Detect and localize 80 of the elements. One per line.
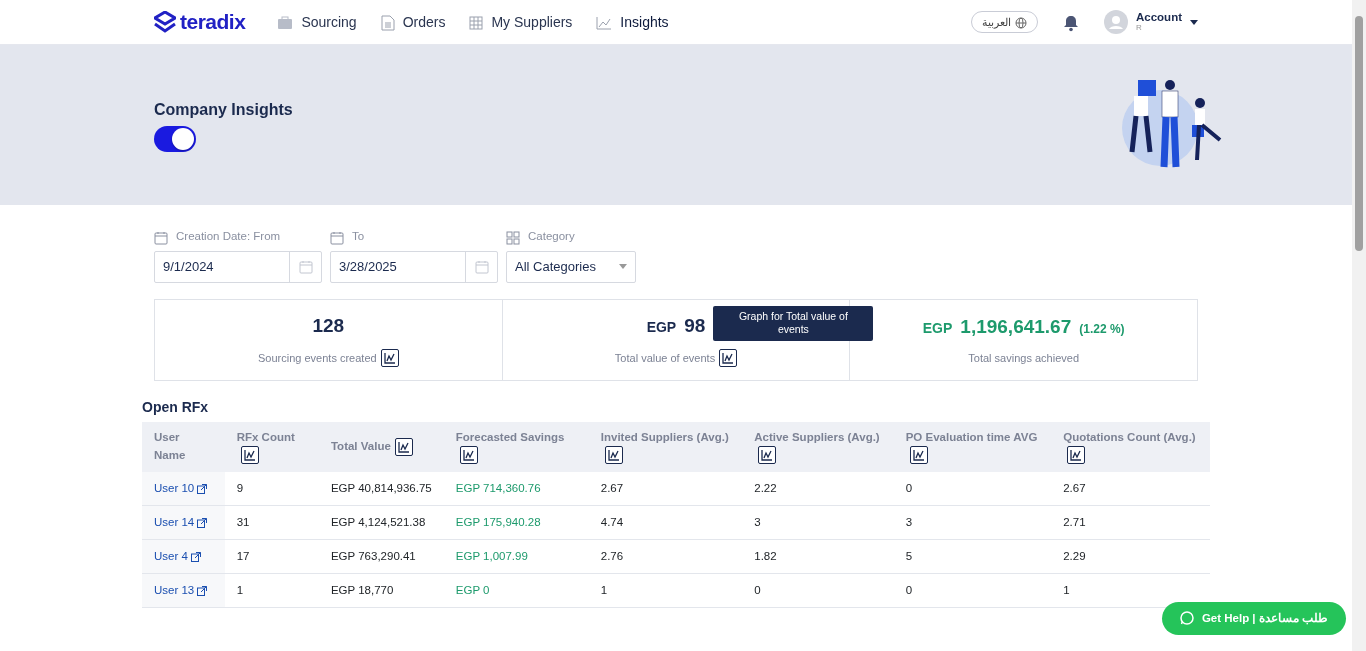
- date-field[interactable]: 3/28/2025: [330, 250, 498, 283]
- table-cell: 2.29: [1051, 539, 1210, 574]
- table-cell: 1: [588, 573, 743, 608]
- table-cell: EGP 1,007.99: [443, 539, 589, 574]
- table-cell: 2.67: [588, 471, 743, 506]
- nav-link[interactable]: Sourcing: [277, 11, 357, 33]
- table-cell: 1.82: [742, 539, 894, 574]
- avatar-icon: [1104, 10, 1128, 34]
- external-link-icon: [191, 549, 202, 562]
- table-cell: 5: [893, 539, 1052, 574]
- graph-button[interactable]: [909, 446, 928, 465]
- table-cell: EGP 0: [443, 573, 589, 608]
- caret-icon: [619, 264, 627, 269]
- language-button[interactable]: العربية: [971, 10, 1038, 34]
- table-cell: 17: [224, 539, 319, 574]
- tooltip: Graph for Total value of events: [713, 306, 874, 341]
- table-cell: 31: [224, 505, 319, 540]
- graph-button[interactable]: [719, 348, 738, 367]
- page-title: Company Insights: [154, 100, 293, 120]
- savings-percent: (1.22 %): [1079, 321, 1125, 338]
- column-header: User Name: [142, 421, 225, 472]
- scrollbar[interactable]: [1352, 0, 1366, 651]
- table-cell: 9: [224, 471, 319, 506]
- date-field[interactable]: 9/1/2024: [154, 250, 322, 283]
- nav-link[interactable]: My Suppliers: [469, 11, 573, 33]
- table-cell: EGP 763,290.41: [318, 539, 444, 574]
- graph-button[interactable]: [604, 446, 623, 465]
- table-cell: 1: [224, 573, 319, 608]
- stat-value: 98: [684, 314, 706, 339]
- table-cell: 2.22: [742, 471, 894, 506]
- stat-caption: Total value of events: [614, 350, 716, 366]
- section-title: Open RFx: [142, 397, 210, 417]
- column-header: Invited Suppliers (Avg.): [588, 421, 743, 472]
- table-cell: 0: [893, 573, 1052, 608]
- currency-label: EGP: [646, 318, 677, 338]
- table-cell: EGP 175,940.28: [443, 505, 589, 540]
- category-dropdown[interactable]: All Categories: [506, 250, 636, 283]
- column-header: PO Evaluation time AVG: [893, 421, 1052, 472]
- table-cell: EGP 714,360.76: [443, 471, 589, 506]
- column-header: Forecasted Savings: [443, 421, 589, 472]
- stat-value: 128: [312, 314, 345, 339]
- currency-label: EGP: [922, 319, 953, 338]
- graph-button[interactable]: [240, 446, 259, 465]
- caret-icon[interactable]: [1190, 19, 1198, 25]
- nav-link[interactable]: Orders: [380, 11, 446, 33]
- table-cell: EGP 18,770: [318, 573, 444, 608]
- table-cell: 3: [742, 505, 894, 540]
- table-cell: 2.76: [588, 539, 743, 574]
- graph-button[interactable]: [459, 446, 478, 465]
- chat-icon: [1179, 611, 1194, 626]
- table-cell: 2.67: [1051, 471, 1210, 506]
- column-header: Quotations Count (Avg.): [1051, 421, 1210, 472]
- brand-logo[interactable]: teradix: [154, 6, 246, 38]
- table-cell: 0: [742, 573, 894, 608]
- graph-button[interactable]: [394, 437, 413, 456]
- stat-caption: Total savings achieved: [968, 350, 1079, 366]
- field-label: Category: [528, 229, 575, 245]
- graph-button[interactable]: [380, 348, 399, 367]
- stat-caption: Sourcing events created: [258, 350, 377, 366]
- table-cell: EGP 40,814,936.75: [318, 471, 444, 506]
- column-header: Total Value: [318, 421, 444, 472]
- table-cell: 2.71: [1051, 505, 1210, 540]
- external-link-icon: [197, 583, 208, 596]
- table-cell: EGP 4,124,521.38: [318, 505, 444, 540]
- graph-button[interactable]: [758, 446, 777, 465]
- nav-link[interactable]: Insights: [596, 11, 669, 33]
- column-header: RFx Count: [224, 421, 319, 472]
- field-label: To: [352, 229, 365, 245]
- account-menu[interactable]: Account: [1136, 12, 1182, 24]
- graph-button[interactable]: [1067, 446, 1086, 465]
- stat-value: 1,196,641.67: [960, 315, 1072, 339]
- table-cell: 3: [893, 505, 1052, 540]
- table-cell: 4.74: [588, 505, 743, 540]
- external-link-icon: [197, 515, 208, 528]
- external-link-icon: [197, 481, 208, 494]
- column-header: Active Suppliers (Avg.): [742, 421, 894, 472]
- field-label: Creation Date: From: [176, 229, 281, 245]
- toggle-switch[interactable]: [154, 126, 196, 152]
- account-initial: R: [1136, 23, 1143, 32]
- table-cell: 0: [893, 471, 1052, 506]
